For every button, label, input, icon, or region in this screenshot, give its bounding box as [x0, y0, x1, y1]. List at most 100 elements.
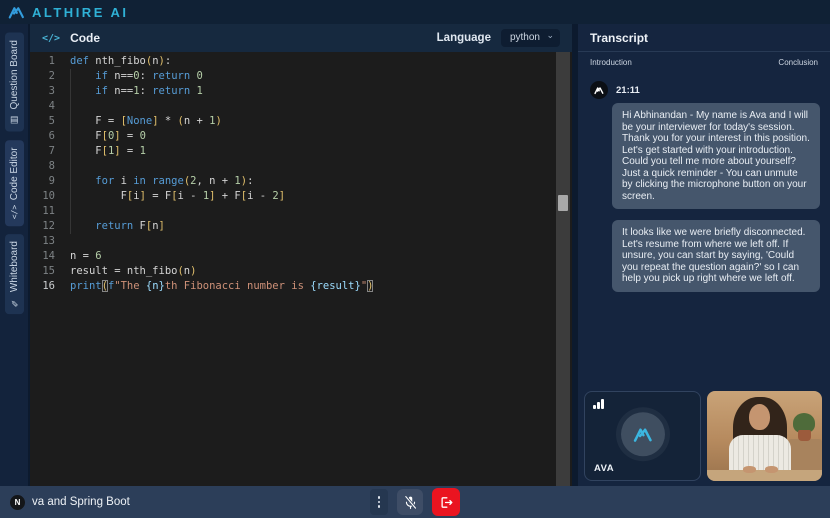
code-text: F[1] = 1: [70, 145, 146, 157]
message-timestamp: 21:11: [616, 84, 640, 96]
indent-guide: [70, 69, 71, 234]
ava-avatar: [590, 81, 608, 99]
ava-name-label: AVA: [594, 463, 615, 474]
transcript-message: Hi Abhinandan - My name is Ava and I wil…: [612, 103, 820, 209]
code-panel: </> Code Language python ⌄ 1 def nth_fibo…: [30, 24, 572, 486]
candidate-hand: [743, 466, 756, 473]
editor-scrollbar-track[interactable]: [556, 52, 570, 486]
code-line[interactable]: 10 F[i] = F[i - 1] + F[i - 2]: [30, 189, 572, 204]
code-panel-header: </> Code Language python ⌄: [30, 24, 572, 52]
line-number: 10: [42, 190, 55, 202]
board-icon: ▤: [9, 114, 19, 125]
brand-name: ALTHIRE AI: [32, 4, 129, 20]
code-text: F[i] = F[i - 1] + F[i - 2]: [70, 190, 286, 202]
sidebar-tab-whiteboard[interactable]: ✎ Whiteboard: [4, 233, 24, 314]
code-text: if n==0: return 0: [95, 70, 203, 82]
session-avatar: N: [10, 494, 25, 510]
mic-off-icon: [404, 495, 417, 509]
code-text: def nth_fibo(n):: [70, 55, 172, 67]
stage-introduction: Introduction: [590, 58, 632, 67]
plant-pot: [798, 430, 811, 441]
transcript-header: Transcript: [578, 24, 830, 52]
ava-video-tile: AVA: [584, 391, 701, 481]
call-controls: [370, 488, 460, 516]
line-number: 9: [48, 175, 55, 187]
code-text: result = nth_fibo(n): [70, 265, 197, 277]
message-header: 21:11: [590, 81, 820, 99]
signal-bars-icon: [593, 399, 604, 409]
line-number: 3: [48, 85, 55, 97]
code-text: F = [None] * (n + 1): [70, 115, 222, 127]
left-sidebar: ▤ Question Board </> Code Editor ✎ White…: [0, 24, 28, 486]
code-text: n = 6: [70, 250, 102, 262]
line-number: 7: [48, 145, 55, 157]
code-line[interactable]: 5 F = [None] * (n + 1): [30, 114, 572, 129]
code-line[interactable]: 7 F[1] = 1: [30, 144, 572, 159]
code-line[interactable]: 12 return F[n]: [30, 219, 572, 234]
code-line[interactable]: 13: [30, 234, 572, 249]
candidate-body: [729, 435, 791, 475]
code-line[interactable]: 3 if n==1: return 1: [30, 84, 572, 99]
language-select[interactable]: python ⌄: [500, 29, 560, 47]
microphone-muted-button[interactable]: [397, 489, 423, 515]
editor-scrollbar-thumb[interactable]: [558, 195, 568, 211]
session-title: va and Spring Boot: [32, 496, 130, 508]
top-bar: ALTHIRE AI: [0, 0, 830, 24]
line-number: 12: [42, 220, 55, 232]
code-line[interactable]: 4: [30, 99, 572, 114]
line-number: 14: [42, 250, 55, 262]
brand: ALTHIRE AI: [8, 5, 129, 20]
language-label: Language: [436, 32, 491, 44]
transcript-messages: 21:11 Hi Abhinandan - My name is Ava and…: [578, 71, 830, 292]
line-number: 15: [42, 265, 55, 277]
code-text: print(f"The {n}th Fibonacci number is {r…: [70, 280, 374, 292]
transcript-message: It looks like we were briefly disconnect…: [612, 220, 820, 292]
sidebar-tab-label: Question Board: [8, 40, 20, 110]
sidebar-tab-label: Code Editor: [8, 146, 20, 200]
code-text: if n==1: return 1: [95, 85, 203, 97]
code-panel-title: Code: [70, 31, 101, 45]
transcript-title: Transcript: [590, 30, 649, 45]
video-tiles: AVA: [584, 391, 822, 481]
pen-icon: ✎: [9, 296, 19, 307]
code-editor[interactable]: 1 def nth_fibo(n): 2 if n==0: return 03 if…: [30, 52, 572, 486]
candidate-webcam-video: [707, 391, 822, 481]
althire-logo-icon: [8, 5, 25, 20]
code-tag-icon: </>: [42, 32, 61, 44]
stage-conclusion: Conclusion: [778, 58, 818, 67]
line-number: 13: [42, 235, 55, 247]
sidebar-tab-question-board[interactable]: ▤ Question Board: [4, 33, 24, 132]
code-line[interactable]: 9 for i in range(2, n + 1):: [30, 174, 572, 189]
line-number: 2: [48, 70, 55, 82]
code-lines: 1 def nth_fibo(n): 2 if n==0: return 03 if…: [30, 52, 572, 294]
line-number: 6: [48, 130, 55, 142]
line-number: 5: [48, 115, 55, 127]
candidate-hand: [765, 466, 778, 473]
code-text: return F[n]: [95, 220, 165, 232]
transcript-panel: Transcript Introduction Conclusion 21:11…: [578, 24, 830, 486]
code-line[interactable]: 16 print(f"The {n}th Fibonacci number is …: [30, 279, 572, 294]
code-line[interactable]: 11: [30, 204, 572, 219]
line-number: 8: [48, 160, 55, 172]
candidate-face: [749, 404, 770, 430]
chevron-down-icon: ⌄: [546, 30, 554, 40]
leave-session-button[interactable]: [432, 488, 460, 516]
bottom-bar: N va and Spring Boot: [0, 486, 830, 518]
desk: [707, 470, 822, 481]
code-line[interactable]: 15 result = nth_fibo(n): [30, 264, 572, 279]
ava-voice-avatar: [620, 412, 665, 457]
line-number: 11: [42, 205, 55, 217]
language-value: python: [509, 32, 540, 43]
sidebar-tab-label: Whiteboard: [8, 240, 20, 292]
sidebar-tab-code-editor[interactable]: </> Code Editor: [4, 139, 24, 226]
code-line[interactable]: 6 F[0] = 0: [30, 129, 572, 144]
code-line[interactable]: 8: [30, 159, 572, 174]
code-line[interactable]: 1 def nth_fibo(n):: [30, 54, 572, 69]
more-options-button[interactable]: [370, 489, 388, 515]
code-line[interactable]: 14 n = 6: [30, 249, 572, 264]
code-line[interactable]: 2 if n==0: return 0: [30, 69, 572, 84]
kebab-icon: [377, 496, 381, 499]
code-text: for i in range(2, n + 1):: [95, 175, 254, 187]
stage-indicator: Introduction Conclusion: [578, 52, 830, 71]
code-text: F[0] = 0: [70, 130, 146, 142]
